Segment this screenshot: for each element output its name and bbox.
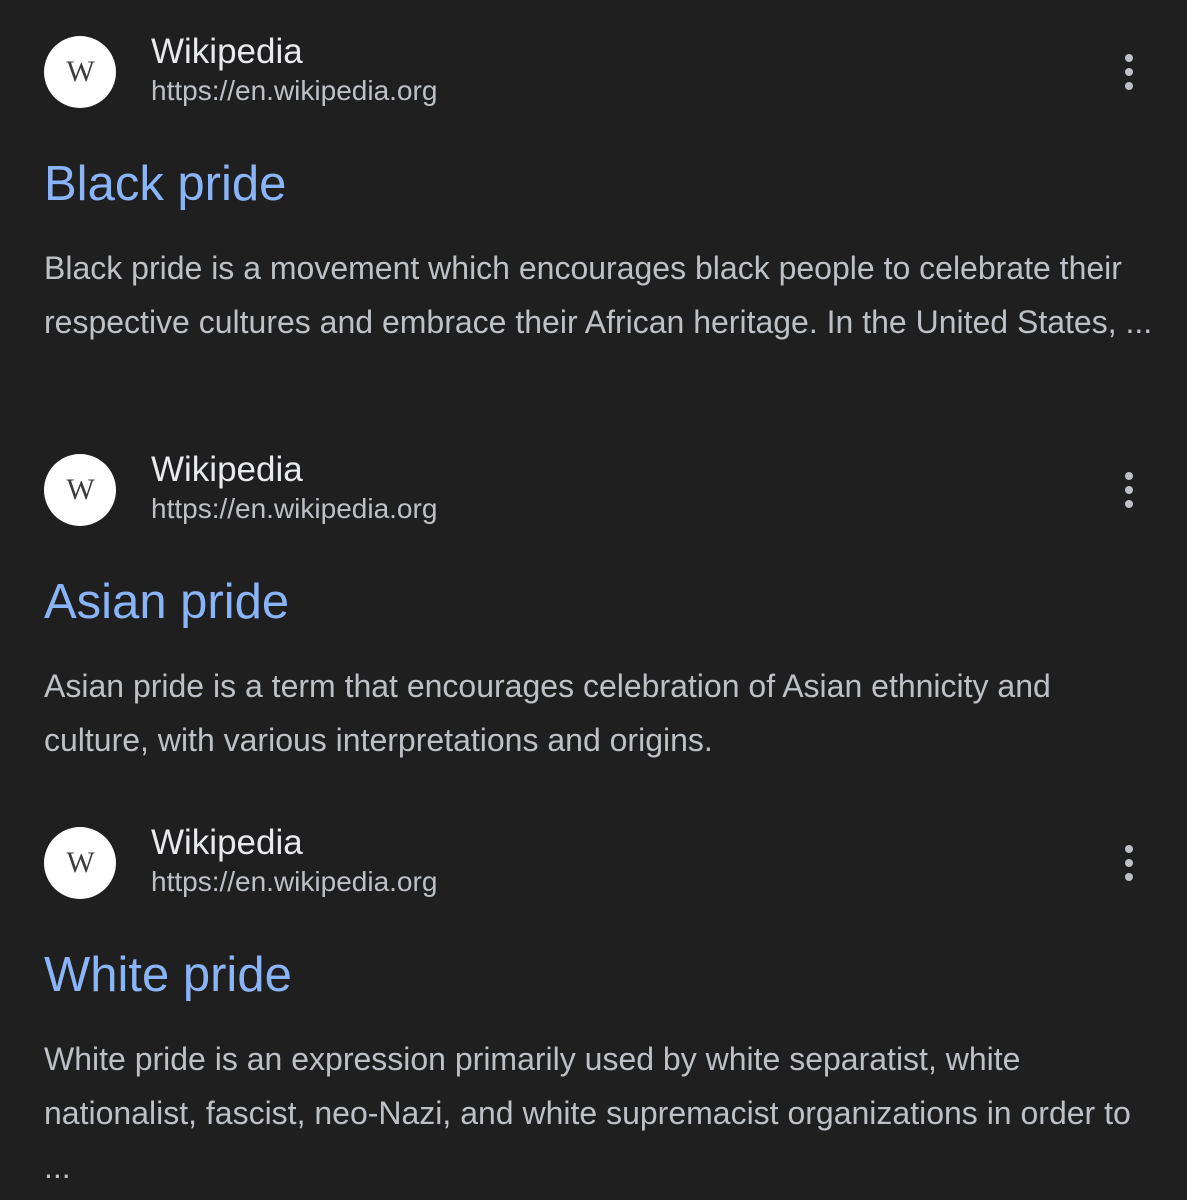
favicon-letter: W: [66, 846, 94, 879]
result-snippet: Asian pride is a term that encourages ce…: [44, 668, 1051, 758]
more-vert-icon: [1125, 873, 1133, 881]
site-url: https://en.wikipedia.org: [151, 493, 438, 524]
result-title-link[interactable]: Black pride: [44, 156, 286, 212]
wikipedia-logo-icon: W: [44, 827, 116, 899]
favicon-letter: W: [66, 473, 94, 506]
site-name: Wikipedia: [151, 823, 303, 862]
site-url: https://en.wikipedia.org: [151, 75, 438, 106]
more-vert-icon: [1125, 54, 1133, 62]
more-vert-icon: [1125, 500, 1133, 508]
more-vert-icon: [1125, 82, 1133, 90]
result-snippet: White pride is an expression primarily u…: [44, 1041, 1131, 1185]
site-name: Wikipedia: [151, 450, 303, 489]
site-name: Wikipedia: [151, 32, 303, 71]
result-source[interactable]: W Wikipedia https://en.wikipedia.org: [44, 823, 1144, 903]
result-snippet: Black pride is a movement which encourag…: [44, 250, 1153, 340]
favicon-letter: W: [66, 55, 94, 88]
more-vert-icon: [1125, 486, 1133, 494]
more-options-button[interactable]: [1114, 470, 1144, 510]
more-options-button[interactable]: [1114, 52, 1144, 92]
more-vert-icon: [1125, 68, 1133, 76]
result-source[interactable]: W Wikipedia https://en.wikipedia.org: [44, 32, 1144, 112]
result-source[interactable]: W Wikipedia https://en.wikipedia.org: [44, 450, 1144, 530]
more-vert-icon: [1125, 472, 1133, 480]
more-vert-icon: [1125, 845, 1133, 853]
result-title-link[interactable]: Asian pride: [44, 574, 289, 630]
wikipedia-logo-icon: W: [44, 454, 116, 526]
more-vert-icon: [1125, 859, 1133, 867]
more-options-button[interactable]: [1114, 843, 1144, 883]
site-url: https://en.wikipedia.org: [151, 866, 438, 897]
result-title-link[interactable]: White pride: [44, 947, 292, 1003]
wikipedia-logo-icon: W: [44, 36, 116, 108]
